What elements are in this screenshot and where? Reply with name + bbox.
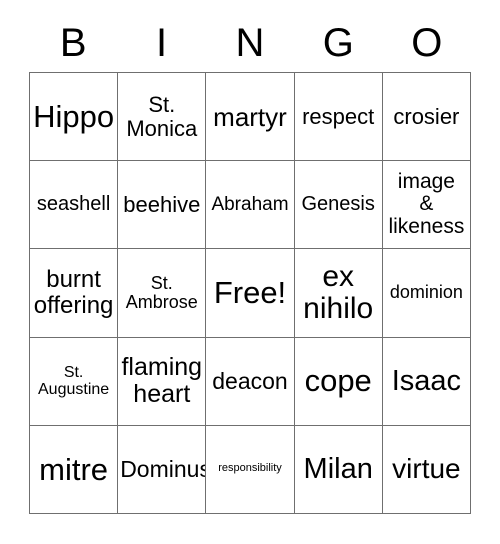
bingo-cell[interactable]: burnt offering [30,249,119,338]
header-letter-text: O [411,21,443,65]
bingo-cell[interactable]: responsibility [206,425,295,514]
bingo-cell[interactable]: virtue [382,425,471,514]
bingo-cell-label: crosier [393,103,460,129]
bingo-cell-label: image & likeness [388,169,465,239]
bingo-cell[interactable]: Milan [294,425,383,514]
bingo-cell-label: Abraham [211,193,289,215]
header-letter-text: B [59,21,87,65]
bingo-cell-label: Genesis [301,192,375,215]
bingo-cell-label: dominion [389,282,463,303]
bingo-header-letter-g: G [294,14,382,72]
bingo-cell[interactable]: Abraham [206,161,295,250]
header-letter-text: N [235,21,265,65]
bingo-cell[interactable]: Genesis [294,161,383,250]
bingo-cell-label: martyr [213,101,287,132]
bingo-cell[interactable]: deacon [206,337,295,426]
bingo-cell[interactable]: martyr [206,73,295,162]
bingo-cell-label: mitre [39,451,109,487]
bingo-cell[interactable]: Isaac [382,337,471,426]
bingo-cell[interactable]: ex nihilo [294,249,383,338]
bingo-cell-label: burnt offering [33,266,114,319]
bingo-cell[interactable]: dominion [382,249,471,338]
bingo-cell-label: St. Monica [126,91,198,141]
bingo-cell-label: ex nihilo [303,259,374,325]
bingo-cell-label: St. Ambrose [125,272,198,312]
bingo-cell-label: Milan [303,452,373,485]
bingo-header-row: B I N G O [29,14,471,72]
bingo-cell-label: cope [304,363,372,399]
bingo-cell[interactable]: St. Augustine [30,337,119,426]
bingo-cell-label: Isaac [391,364,462,397]
bingo-cell[interactable]: seashell [30,161,119,250]
header-letter-text: G [322,21,354,65]
bingo-cell[interactable]: St. Monica [118,73,207,162]
bingo-cell-free[interactable]: Free! [206,249,295,338]
bingo-cell-label: seashell [36,192,111,215]
bingo-cell-label: Free! [213,275,287,311]
bingo-cell-label: respect [302,103,375,129]
bingo-header-letter-n: N [206,14,294,72]
bingo-cell[interactable]: cope [294,337,383,426]
bingo-cell[interactable]: mitre [30,425,119,514]
bingo-card: B I N G O Hippo St. Monica martyr respec… [0,0,500,544]
bingo-header-letter-b: B [29,14,117,72]
bingo-cell-label: beehive [123,191,201,217]
bingo-cell[interactable]: beehive [118,161,207,250]
bingo-cell-label: virtue [392,453,461,485]
bingo-cell[interactable]: Dominus [118,425,207,514]
bingo-header-letter-o: O [383,14,471,72]
bingo-cell[interactable]: St. Ambrose [118,249,207,338]
bingo-cell[interactable]: crosier [382,73,471,162]
bingo-header-letter-i: I [117,14,205,72]
bingo-cell-label: St. Augustine [38,363,110,399]
bingo-cell[interactable]: respect [294,73,383,162]
bingo-grid: Hippo St. Monica martyr respect crosier … [29,72,471,514]
bingo-cell-label: Dominus [120,455,207,482]
bingo-cell-label: Hippo [33,98,115,134]
bingo-cell[interactable]: flaming heart [118,337,207,426]
bingo-cell-label: flaming heart [121,353,203,409]
bingo-cell[interactable]: image & likeness [382,161,471,250]
bingo-cell[interactable]: Hippo [30,73,119,162]
bingo-cell-label: deacon [212,367,288,394]
header-letter-text: I [156,21,168,65]
bingo-cell-label: responsibility [218,462,282,475]
